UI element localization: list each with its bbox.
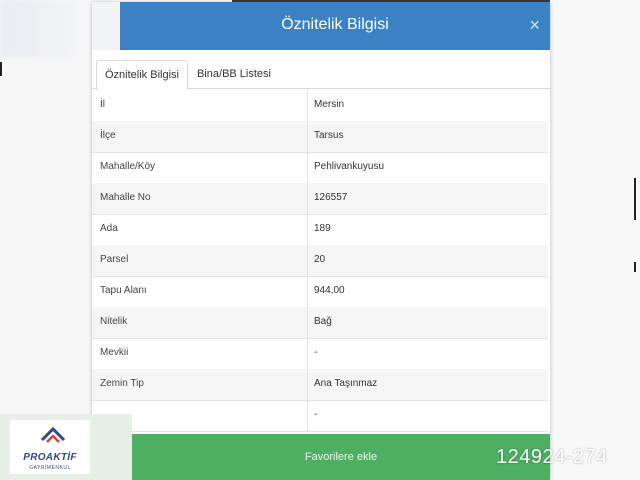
- column-divider: [307, 90, 308, 121]
- column-divider: [307, 214, 308, 245]
- attribute-value: -: [314, 409, 318, 420]
- logo-brand: PROAKTİF: [23, 452, 77, 463]
- table-row: Mahalle No 126557: [92, 183, 548, 215]
- column-divider: [307, 152, 308, 183]
- attribute-key: Mahalle No: [100, 192, 151, 203]
- close-icon[interactable]: ×: [529, 15, 540, 36]
- background-dots: [634, 262, 636, 272]
- add-to-favorites-button[interactable]: Favorilere ekle: [132, 434, 550, 480]
- table-row: Ada 189: [92, 214, 548, 246]
- attribute-key: Zemin Tip: [100, 378, 144, 389]
- logo-panel: PROAKTİF GAYRİMENKUL: [10, 420, 90, 474]
- watermark-logo: PROAKTİF GAYRİMENKUL: [0, 414, 132, 480]
- logo-tagline: GAYRİMENKUL: [29, 465, 71, 471]
- column-divider: [307, 245, 308, 276]
- attribute-value: Bağ: [314, 316, 332, 327]
- background-left: [0, 0, 120, 480]
- table-row: İl Mersin: [92, 90, 548, 122]
- background-dots: [0, 62, 2, 76]
- attribute-key: Mahalle/Köy: [100, 161, 156, 172]
- attribute-value: 126557: [314, 192, 348, 203]
- attribute-key: Tapu Alanı: [100, 285, 147, 296]
- modal-header-edge: [92, 2, 120, 50]
- attribute-value: Ana Taşınmaz: [314, 378, 378, 389]
- attribute-key: İlçe: [100, 130, 116, 141]
- table-row: Mahalle/Köy Pehlivankuyusu: [92, 152, 548, 184]
- attribute-key: Ada: [100, 223, 118, 234]
- table-row: -: [92, 400, 548, 432]
- attribute-value: 944,00: [314, 285, 345, 296]
- column-divider: [307, 183, 308, 214]
- column-divider: [307, 307, 308, 338]
- attribute-info-modal: Öznitelik Bilgisi × Öznitelik Bilgisi Bi…: [92, 2, 550, 480]
- column-divider: [307, 276, 308, 307]
- attribute-key: Parsel: [100, 254, 129, 265]
- table-row: Mevkii -: [92, 338, 548, 370]
- modal-title: Öznitelik Bilgisi: [281, 16, 389, 33]
- table-row: İlçe Tarsus: [92, 121, 548, 153]
- column-divider: [307, 369, 308, 400]
- attribute-value: Tarsus: [314, 130, 344, 141]
- table-row: Parsel 20: [92, 245, 548, 277]
- table-row: Tapu Alanı 944,00: [92, 276, 548, 308]
- listing-reference-number: 124924-274: [496, 446, 608, 468]
- attribute-key: Nitelik: [100, 316, 128, 327]
- attribute-value: Mersin: [314, 99, 345, 110]
- modal-header: Öznitelik Bilgisi ×: [120, 2, 550, 50]
- column-divider: [307, 121, 308, 152]
- tab-attribute-info[interactable]: Öznitelik Bilgisi: [96, 60, 188, 90]
- tab-bar: Öznitelik Bilgisi Bina/BB Listesi: [92, 56, 550, 90]
- background-dots: [634, 178, 636, 220]
- house-logo-icon: [40, 426, 66, 443]
- column-divider: [307, 338, 308, 369]
- tab-building-list[interactable]: Bina/BB Listesi: [189, 60, 279, 88]
- background-right: [550, 0, 640, 480]
- column-divider: [307, 400, 308, 431]
- attribute-key: Mevkii: [100, 347, 129, 358]
- attribute-value: Pehlivankuyusu: [314, 161, 385, 172]
- table-row: Zemin Tip Ana Taşınmaz: [92, 369, 548, 401]
- attribute-key: İl: [100, 99, 105, 110]
- attribute-value: -: [314, 347, 318, 358]
- table-row: Nitelik Bağ: [92, 307, 548, 339]
- attribute-value: 189: [314, 223, 331, 234]
- attribute-value: 20: [314, 254, 326, 265]
